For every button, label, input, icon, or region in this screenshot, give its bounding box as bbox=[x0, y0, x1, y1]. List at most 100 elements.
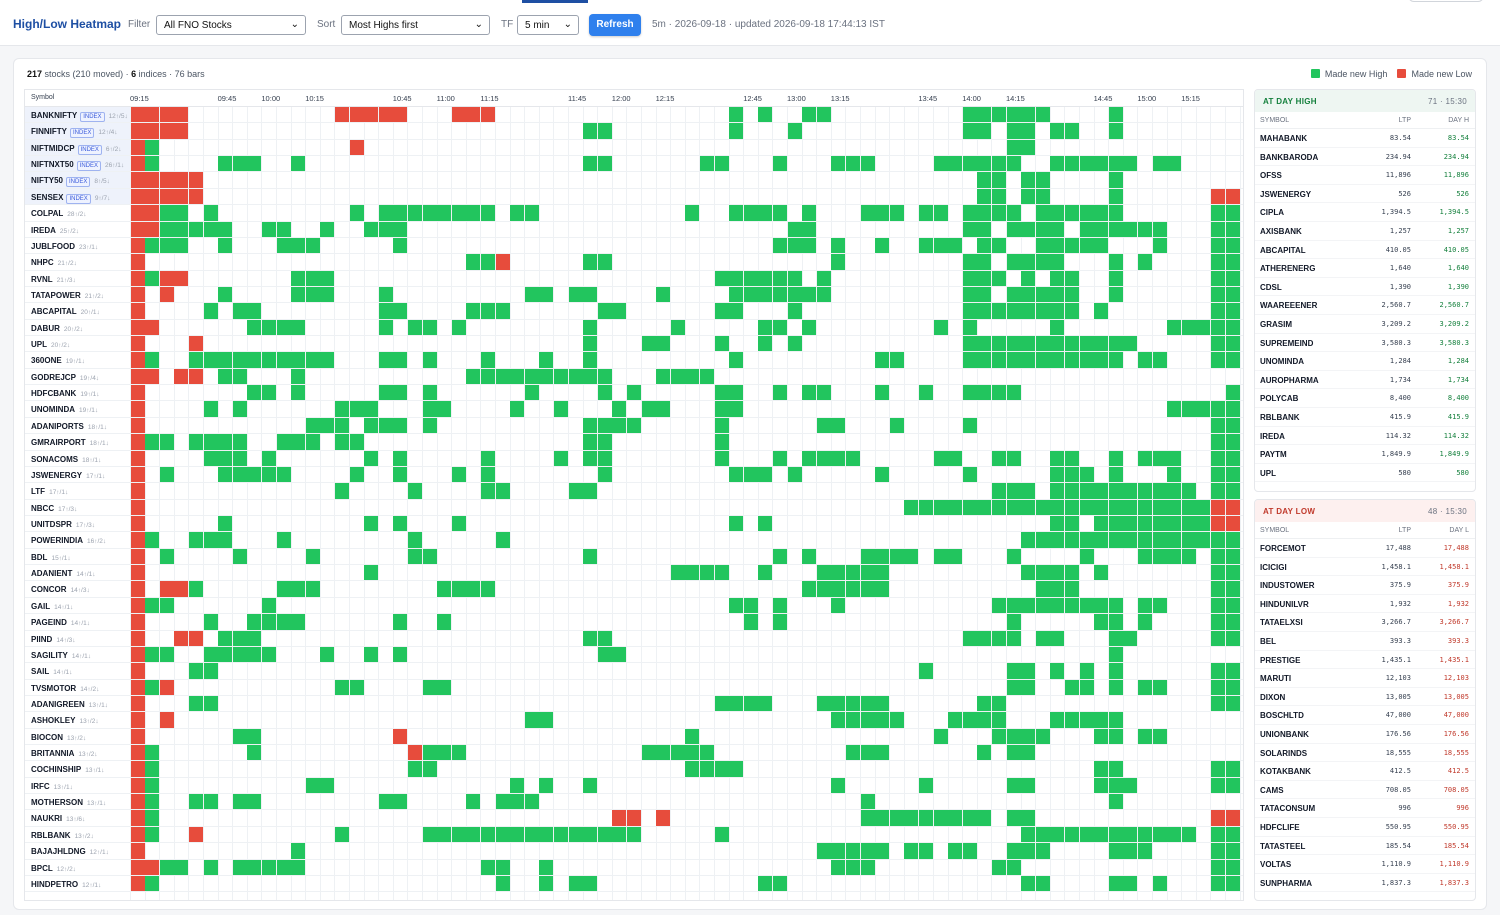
day-high-row[interactable]: BANKBARODA 234.94 234.94 bbox=[1255, 148, 1475, 167]
new-high-cell[interactable] bbox=[188, 352, 203, 368]
new-high-cell[interactable] bbox=[539, 859, 554, 875]
new-high-cell[interactable] bbox=[232, 548, 247, 565]
new-high-cell[interactable] bbox=[1035, 565, 1050, 581]
new-high-cell[interactable] bbox=[802, 581, 817, 597]
new-high-cell[interactable] bbox=[977, 205, 992, 221]
new-low-cell[interactable] bbox=[159, 286, 174, 303]
new-high-cell[interactable] bbox=[948, 810, 963, 826]
new-high-cell[interactable] bbox=[159, 548, 174, 565]
new-high-cell[interactable] bbox=[1094, 777, 1109, 794]
new-high-cell[interactable] bbox=[802, 107, 817, 123]
new-high-cell[interactable] bbox=[291, 843, 306, 859]
new-high-cell[interactable] bbox=[875, 745, 890, 761]
new-high-cell[interactable] bbox=[597, 385, 612, 401]
new-low-cell[interactable] bbox=[145, 107, 160, 123]
new-high-cell[interactable] bbox=[1167, 826, 1182, 843]
new-high-cell[interactable] bbox=[1167, 532, 1182, 548]
new-high-cell[interactable] bbox=[1196, 516, 1211, 532]
new-high-cell[interactable] bbox=[1210, 859, 1225, 875]
new-high-cell[interactable] bbox=[991, 172, 1006, 188]
new-low-cell[interactable] bbox=[393, 107, 408, 123]
heatmap-row[interactable]: NIFTNXT50 INDEX 26↑/1↓ bbox=[25, 156, 1243, 173]
new-low-cell[interactable] bbox=[130, 450, 145, 466]
new-high-cell[interactable] bbox=[1225, 695, 1240, 712]
new-high-cell[interactable] bbox=[1108, 499, 1123, 515]
new-high-cell[interactable] bbox=[466, 368, 481, 385]
new-high-cell[interactable] bbox=[159, 466, 174, 483]
new-high-cell[interactable] bbox=[145, 270, 160, 286]
new-high-cell[interactable] bbox=[612, 646, 627, 663]
new-high-cell[interactable] bbox=[510, 826, 525, 843]
new-high-cell[interactable] bbox=[991, 695, 1006, 712]
new-high-cell[interactable] bbox=[1137, 254, 1152, 270]
new-high-cell[interactable] bbox=[991, 156, 1006, 172]
new-high-cell[interactable] bbox=[1035, 581, 1050, 597]
new-high-cell[interactable] bbox=[933, 810, 948, 826]
new-high-cell[interactable] bbox=[816, 581, 831, 597]
new-high-cell[interactable] bbox=[1181, 826, 1196, 843]
new-high-cell[interactable] bbox=[510, 401, 525, 417]
new-high-cell[interactable] bbox=[422, 679, 437, 695]
new-high-cell[interactable] bbox=[1225, 254, 1240, 270]
heatmap-row[interactable]: RVNL 21↑/3↓ bbox=[25, 270, 1243, 287]
new-high-cell[interactable] bbox=[933, 237, 948, 254]
new-high-cell[interactable] bbox=[1094, 336, 1109, 352]
new-high-cell[interactable] bbox=[1050, 254, 1065, 270]
new-high-cell[interactable] bbox=[539, 352, 554, 368]
new-high-cell[interactable] bbox=[670, 319, 685, 336]
new-high-cell[interactable] bbox=[524, 286, 539, 303]
day-high-row[interactable]: ATHERENERG 1,640 1,640 bbox=[1255, 259, 1475, 278]
new-high-cell[interactable] bbox=[480, 254, 495, 270]
new-high-cell[interactable] bbox=[1108, 450, 1123, 466]
new-high-cell[interactable] bbox=[480, 205, 495, 221]
new-low-cell[interactable] bbox=[349, 107, 364, 123]
new-high-cell[interactable] bbox=[145, 352, 160, 368]
heatmap-row[interactable]: ASHOKLEY 13↑/2↓ bbox=[25, 712, 1243, 729]
new-high-cell[interactable] bbox=[539, 286, 554, 303]
new-high-cell[interactable] bbox=[1021, 107, 1036, 123]
new-high-cell[interactable] bbox=[918, 237, 933, 254]
new-high-cell[interactable] bbox=[1021, 172, 1036, 188]
new-high-cell[interactable] bbox=[247, 630, 262, 646]
new-high-cell[interactable] bbox=[480, 581, 495, 597]
new-high-cell[interactable] bbox=[378, 221, 393, 237]
new-high-cell[interactable] bbox=[1123, 826, 1138, 843]
new-high-cell[interactable] bbox=[218, 630, 233, 646]
new-high-cell[interactable] bbox=[1225, 777, 1240, 794]
new-high-cell[interactable] bbox=[1152, 237, 1167, 254]
new-high-cell[interactable] bbox=[583, 286, 598, 303]
new-high-cell[interactable] bbox=[1064, 483, 1079, 499]
new-low-cell[interactable] bbox=[130, 483, 145, 499]
new-low-cell[interactable] bbox=[407, 745, 422, 761]
new-high-cell[interactable] bbox=[845, 565, 860, 581]
day-low-row[interactable]: SOLARINDS 18,555 18,555 bbox=[1255, 744, 1475, 763]
new-high-cell[interactable] bbox=[1225, 859, 1240, 875]
new-high-cell[interactable] bbox=[188, 663, 203, 679]
new-low-cell[interactable] bbox=[130, 597, 145, 614]
new-high-cell[interactable] bbox=[1137, 597, 1152, 614]
new-low-cell[interactable] bbox=[145, 205, 160, 221]
new-high-cell[interactable] bbox=[1225, 875, 1240, 892]
new-high-cell[interactable] bbox=[1152, 679, 1167, 695]
new-high-cell[interactable] bbox=[437, 581, 452, 597]
new-high-cell[interactable] bbox=[612, 826, 627, 843]
new-low-cell[interactable] bbox=[159, 188, 174, 205]
heatmap-row[interactable]: SONACOMS 18↑/1↓ bbox=[25, 450, 1243, 467]
new-low-cell[interactable] bbox=[159, 172, 174, 188]
new-high-cell[interactable] bbox=[1181, 401, 1196, 417]
new-high-cell[interactable] bbox=[1225, 205, 1240, 221]
new-high-cell[interactable] bbox=[1035, 254, 1050, 270]
new-high-cell[interactable] bbox=[1152, 728, 1167, 745]
new-high-cell[interactable] bbox=[729, 466, 744, 483]
new-high-cell[interactable] bbox=[247, 794, 262, 810]
new-high-cell[interactable] bbox=[1152, 597, 1167, 614]
new-high-cell[interactable] bbox=[1006, 286, 1021, 303]
new-high-cell[interactable] bbox=[889, 205, 904, 221]
new-high-cell[interactable] bbox=[276, 466, 291, 483]
new-high-cell[interactable] bbox=[1108, 843, 1123, 859]
heatmap-row[interactable]: MOTHERSON 13↑/1↓ bbox=[25, 794, 1243, 811]
new-high-cell[interactable] bbox=[1050, 712, 1065, 728]
new-high-cell[interactable] bbox=[1094, 532, 1109, 548]
new-high-cell[interactable] bbox=[699, 565, 714, 581]
new-high-cell[interactable] bbox=[305, 434, 320, 450]
